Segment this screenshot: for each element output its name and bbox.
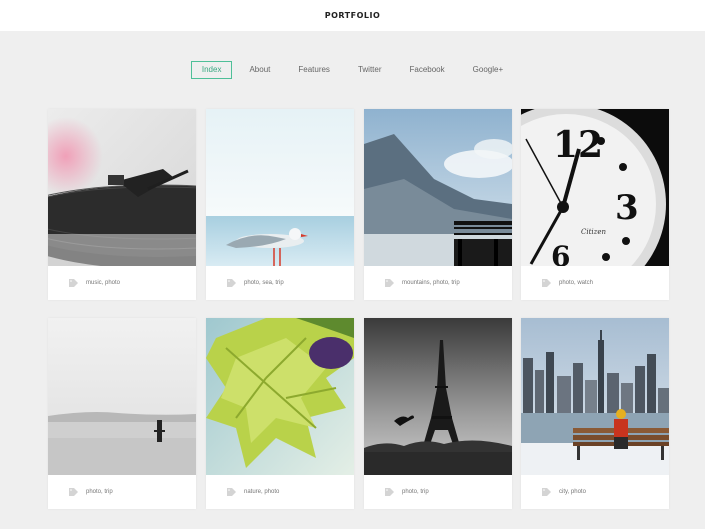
card-tags[interactable]: photo, watch (559, 280, 593, 286)
tag-icon (227, 488, 236, 496)
tag-icon (542, 488, 551, 496)
thumbnail-mountains-pier[interactable] (364, 109, 512, 266)
card-meta: nature, photo (206, 475, 354, 509)
card-meta: music, photo (48, 266, 196, 300)
turntable-image (48, 109, 196, 266)
portfolio-card-city: city, photo (521, 318, 669, 509)
card-tags[interactable]: city, photo (559, 489, 586, 495)
card-tags[interactable]: photo, trip (86, 489, 113, 495)
svg-text:6: 6 (551, 240, 570, 266)
site-title[interactable]: PORTFOLIO (325, 11, 381, 20)
card-meta: photo, sea, trip (206, 266, 354, 300)
portfolio-card-seagull: photo, sea, trip (206, 109, 354, 300)
portfolio-card-eiffel: photo, trip (364, 318, 512, 509)
nav-twitter[interactable]: Twitter (347, 61, 393, 79)
card-tags[interactable]: mountains, photo, trip (402, 280, 460, 286)
tag-icon (69, 279, 78, 287)
nav-about[interactable]: About (238, 61, 281, 79)
thumbnail-leaf[interactable] (206, 318, 354, 475)
tag-icon (385, 279, 394, 287)
card-meta: photo, trip (364, 475, 512, 509)
nav-facebook[interactable]: Facebook (399, 61, 456, 79)
main-nav: Index About Features Twitter Facebook Go… (0, 61, 705, 79)
leaf-image (206, 318, 354, 475)
misty-sea-post-image (48, 318, 196, 475)
nav-features[interactable]: Features (287, 61, 341, 79)
tag-icon (542, 279, 551, 287)
thumbnail-city-bench[interactable] (521, 318, 669, 475)
clock-image: 12 3 6 Citizen (521, 109, 669, 266)
thumbnail-seagull[interactable] (206, 109, 354, 266)
card-meta: photo, watch (521, 266, 669, 300)
portfolio-card-mountains: mountains, photo, trip (364, 109, 512, 300)
tag-icon (385, 488, 394, 496)
eiffel-tower-image (364, 318, 512, 475)
portfolio-card-clock: 12 3 6 Citizen photo, watch (521, 109, 669, 300)
tag-icon (69, 488, 78, 496)
card-tags[interactable]: photo, sea, trip (244, 280, 284, 286)
nav-google-plus[interactable]: Google+ (462, 61, 514, 79)
card-tags[interactable]: music, photo (86, 280, 120, 286)
thumbnail-eiffel-tower[interactable] (364, 318, 512, 475)
thumbnail-turntable[interactable] (48, 109, 196, 266)
card-tags[interactable]: photo, trip (402, 489, 429, 495)
svg-text:Citizen: Citizen (581, 228, 606, 236)
portfolio-card-leaf: nature, photo (206, 318, 354, 509)
tag-icon (227, 279, 236, 287)
card-meta: city, photo (521, 475, 669, 509)
portfolio-card-turntable: music, photo (48, 109, 196, 300)
site-header: PORTFOLIO (0, 0, 705, 31)
svg-text:3: 3 (615, 188, 639, 228)
nav-index[interactable]: Index (190, 61, 233, 79)
card-meta: mountains, photo, trip (364, 266, 512, 300)
city-bench-image (521, 318, 669, 475)
thumbnail-clock[interactable]: 12 3 6 Citizen (521, 109, 669, 266)
seagull-image (206, 109, 354, 266)
portfolio-card-misty-sea: photo, trip (48, 318, 196, 509)
card-meta: photo, trip (48, 475, 196, 509)
mountains-pier-image (364, 109, 512, 266)
card-tags[interactable]: nature, photo (244, 489, 279, 495)
thumbnail-misty-sea-post[interactable] (48, 318, 196, 475)
